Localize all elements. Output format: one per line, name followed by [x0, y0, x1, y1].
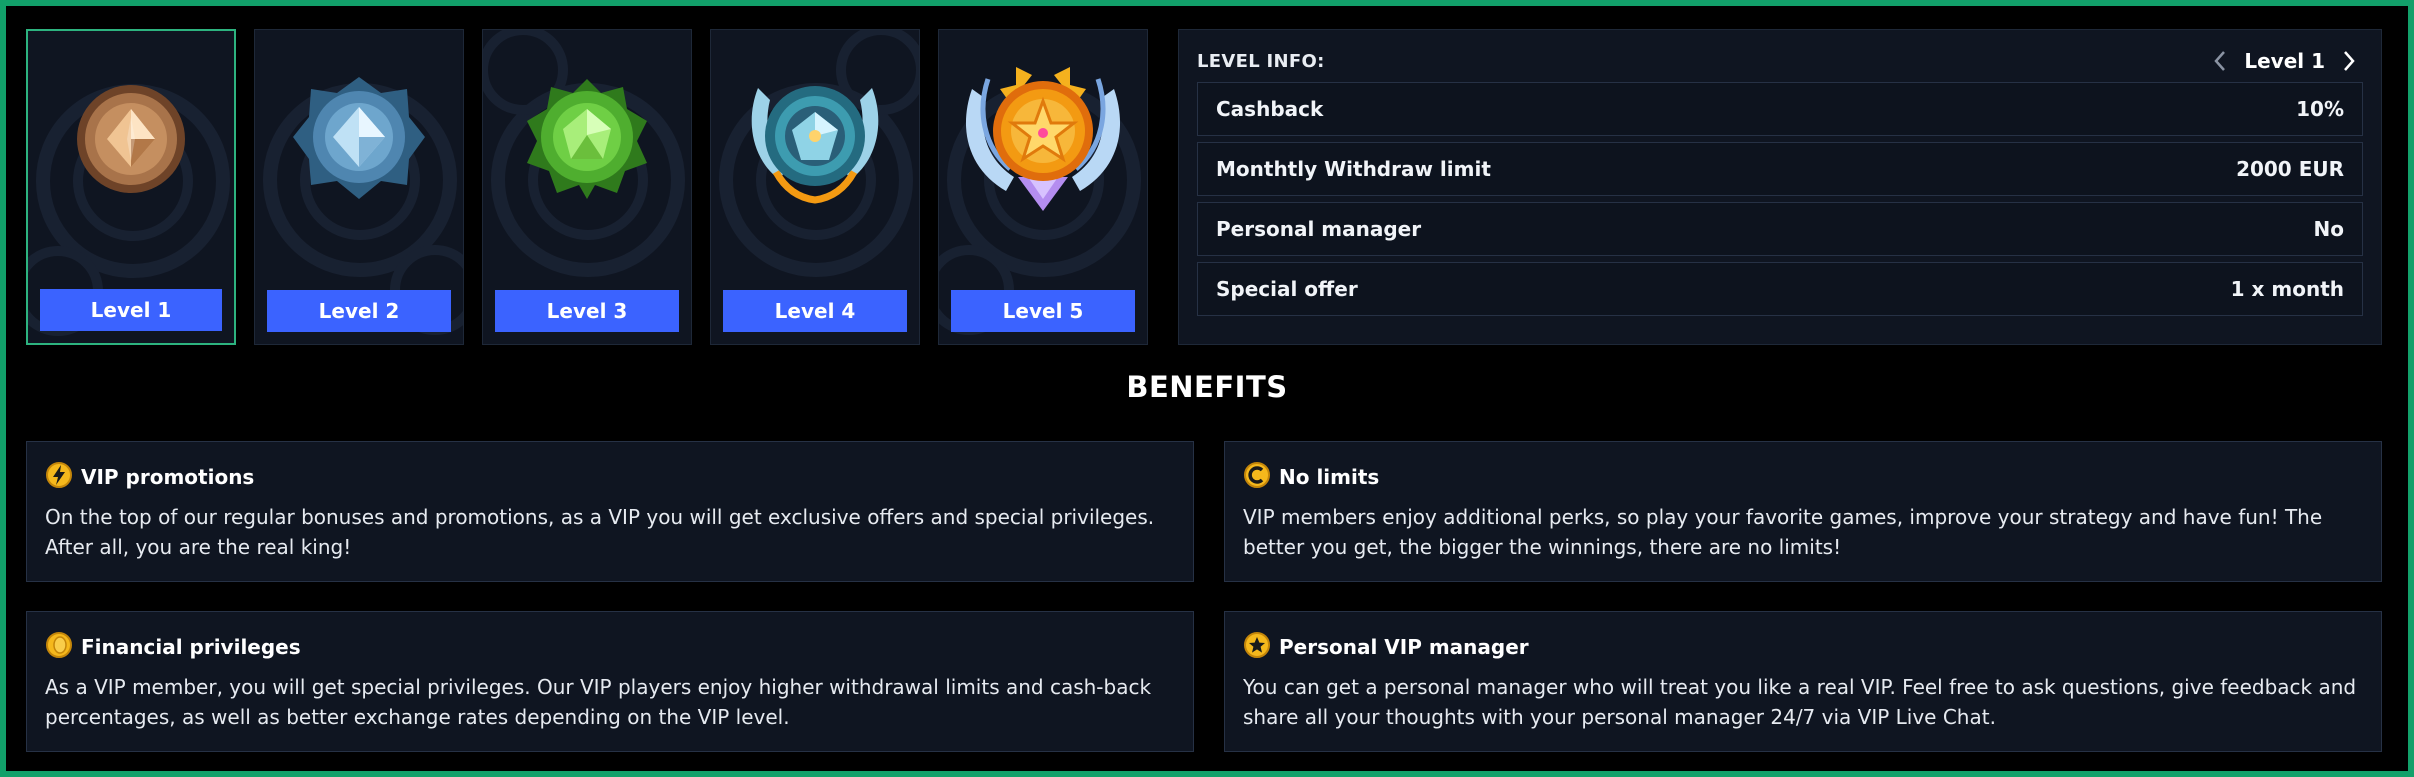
benefits-heading: BENEFITS	[1126, 370, 1288, 404]
star-coin-icon	[1243, 631, 1271, 663]
info-row-label: Cashback	[1216, 97, 1324, 121]
benefit-card-no-limits: No limits VIP members enjoy additional p…	[1224, 441, 2382, 582]
info-row-value: 10%	[2296, 97, 2344, 121]
level-5-button[interactable]: Level 5	[951, 290, 1135, 332]
current-level-label: Level 1	[2244, 49, 2325, 73]
benefit-description: On the top of our regular bonuses and pr…	[45, 505, 1155, 559]
info-row-value: No	[2313, 217, 2344, 241]
benefit-card-vip-promotions: VIP promotions On the top of our regular…	[26, 441, 1194, 582]
info-row-cashback: Cashback 10%	[1197, 82, 2363, 136]
benefit-description: As a VIP member, you will get special pr…	[45, 675, 1152, 729]
level-info-title: LEVEL INFO:	[1197, 50, 1325, 72]
coin-icon	[45, 631, 73, 663]
benefit-card-financial-privileges: Financial privileges As a VIP member, yo…	[26, 611, 1194, 752]
level-cards: Level 1 Level 2 Level 3 Level 4 Level 5	[26, 29, 1148, 345]
info-row-label: Special offer	[1216, 277, 1358, 301]
level-1-button[interactable]: Level 1	[40, 289, 222, 331]
level-card-4[interactable]: Level 4	[710, 29, 920, 345]
level-info-panel: LEVEL INFO: Level 1 Cashback 10% Monthtl…	[1178, 29, 2382, 345]
gold-star-medal-icon	[958, 49, 1128, 223]
info-row-value: 1 x month	[2230, 277, 2344, 301]
level-3-button[interactable]: Level 3	[495, 290, 679, 332]
info-row-special-offer: Special offer 1 x month	[1197, 262, 2363, 316]
info-row-value: 2000 EUR	[2236, 157, 2344, 181]
level-navigator: Level 1	[2206, 47, 2363, 75]
chevron-left-icon[interactable]	[2206, 47, 2234, 75]
benefit-title: Financial privileges	[81, 635, 301, 659]
teal-winged-medal-icon	[740, 68, 890, 212]
info-row-withdraw-limit: Monthtly Withdraw limit 2000 EUR	[1197, 142, 2363, 196]
level-4-button[interactable]: Level 4	[723, 290, 907, 332]
silver-blue-medal-icon	[289, 73, 429, 207]
level-2-button[interactable]: Level 2	[267, 290, 451, 332]
benefit-description: VIP members enjoy additional perks, so p…	[1243, 505, 2323, 559]
level-info-header: LEVEL INFO: Level 1	[1197, 48, 2363, 74]
info-row-label: Personal manager	[1216, 217, 1422, 241]
level-info-rows: Cashback 10% Monthtly Withdraw limit 200…	[1197, 82, 2363, 316]
green-medal-icon	[517, 73, 657, 207]
level-card-2[interactable]: Level 2	[254, 29, 464, 345]
benefit-title: Personal VIP manager	[1279, 635, 1529, 659]
coin-c-icon	[1243, 461, 1271, 493]
benefit-title: No limits	[1279, 465, 1380, 489]
level-card-3[interactable]: Level 3	[482, 29, 692, 345]
info-row-label: Monthtly Withdraw limit	[1216, 157, 1491, 181]
chevron-right-icon[interactable]	[2335, 47, 2363, 75]
benefit-description: You can get a personal manager who will …	[1243, 675, 2357, 729]
level-card-5[interactable]: Level 5	[938, 29, 1148, 345]
bronze-medal-icon	[71, 79, 191, 203]
benefit-card-personal-vip-manager: Personal VIP manager You can get a perso…	[1224, 611, 2382, 752]
benefit-title: VIP promotions	[81, 465, 255, 489]
lightning-coin-icon	[45, 461, 73, 493]
level-card-1[interactable]: Level 1	[26, 29, 236, 345]
info-row-personal-manager: Personal manager No	[1197, 202, 2363, 256]
